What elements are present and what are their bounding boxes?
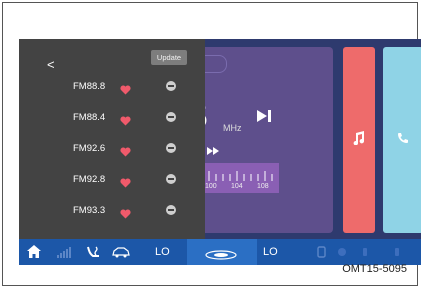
frequency-unit: MHz bbox=[223, 123, 242, 133]
favorites-panel: < Update FM88.8 FM88.4 FM92.6 FM92.8 FM9… bbox=[19, 39, 205, 239]
right-temperature[interactable]: LO bbox=[263, 246, 278, 258]
phone-tile[interactable] bbox=[383, 47, 421, 233]
seat-vent-icon bbox=[361, 245, 369, 263]
next-track-icon[interactable] bbox=[257, 109, 271, 127]
station-row[interactable]: FM88.8 bbox=[19, 72, 205, 102]
phone-icon bbox=[397, 131, 409, 149]
home-icon[interactable] bbox=[27, 245, 41, 263]
remove-icon[interactable] bbox=[166, 205, 176, 215]
seat-heat-level-icon bbox=[337, 245, 347, 263]
station-name: FM88.4 bbox=[73, 112, 106, 123]
head-unit-screen: 5 MHz 100 bbox=[19, 39, 421, 265]
station-name: FM93.3 bbox=[73, 205, 106, 216]
heart-icon[interactable] bbox=[120, 113, 131, 131]
signal-icon bbox=[57, 245, 73, 263]
remove-icon[interactable] bbox=[166, 174, 176, 184]
heart-icon[interactable] bbox=[120, 144, 131, 162]
heart-icon[interactable] bbox=[120, 82, 131, 100]
station-name: FM92.8 bbox=[73, 174, 106, 185]
dial-label: 104 bbox=[231, 183, 243, 190]
station-row[interactable]: FM88.4 bbox=[19, 103, 205, 133]
station-name: FM88.8 bbox=[73, 81, 106, 92]
station-row[interactable]: FM93.3 bbox=[19, 196, 205, 226]
left-temperature[interactable]: LO bbox=[155, 246, 170, 258]
seat-vent-icon bbox=[393, 245, 401, 263]
heart-icon[interactable] bbox=[120, 175, 131, 193]
figure-frame: 5 MHz 100 bbox=[2, 2, 421, 286]
station-row[interactable]: FM92.8 bbox=[19, 165, 205, 195]
dial-label: 108 bbox=[257, 183, 269, 190]
dial-label: 100 bbox=[205, 183, 217, 190]
back-button[interactable]: < bbox=[47, 57, 55, 72]
remove-icon[interactable] bbox=[166, 81, 176, 91]
seat-heat-icon[interactable] bbox=[87, 245, 103, 263]
seat-icon[interactable] bbox=[317, 245, 327, 263]
figure-code: OMT15-5095 bbox=[342, 263, 407, 275]
remove-icon[interactable] bbox=[166, 143, 176, 153]
music-tile[interactable] bbox=[343, 47, 375, 233]
bottom-bar: LO LO bbox=[19, 239, 421, 265]
fan-icon[interactable] bbox=[205, 247, 237, 265]
fast-forward-icon[interactable] bbox=[207, 142, 219, 160]
remove-icon[interactable] bbox=[166, 112, 176, 122]
music-note-icon bbox=[352, 131, 366, 150]
dial-ticks bbox=[208, 171, 273, 181]
station-name: FM92.6 bbox=[73, 143, 106, 154]
frequency-dial[interactable]: 100 104 108 bbox=[203, 163, 279, 193]
update-button[interactable]: Update bbox=[151, 50, 187, 65]
car-airflow-icon[interactable] bbox=[111, 245, 131, 263]
station-row[interactable]: FM92.6 bbox=[19, 134, 205, 164]
heart-icon[interactable] bbox=[120, 206, 131, 224]
